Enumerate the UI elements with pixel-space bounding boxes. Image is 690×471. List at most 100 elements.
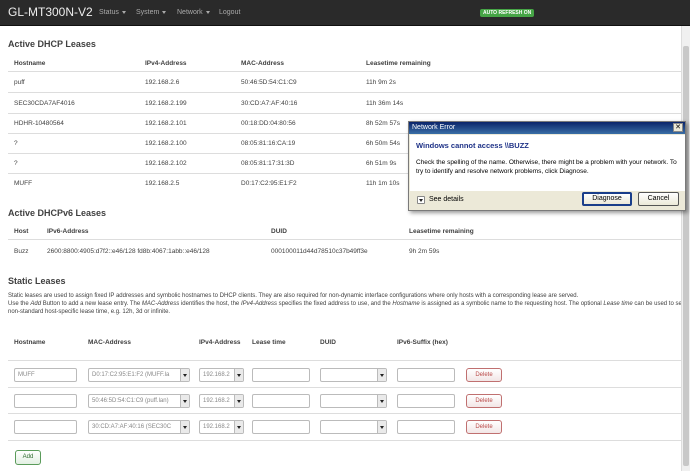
ipv4-select[interactable]: 192.168.2 [199, 420, 244, 434]
divider [8, 413, 682, 414]
mac-select[interactable]: 50:46:5D:54:C1:C9 (puff.lan) [88, 394, 190, 408]
dhcp-mac: 50:46:5D:54:C1:C9 [241, 79, 297, 86]
dhcp-mac: 30:CD:A7:AF:40:16 [241, 100, 298, 107]
dhcp-hostname: ? [14, 140, 18, 147]
dhcp-col-mac: MAC-Address [241, 60, 284, 67]
desc-text: is assigned as a symbolic name to the re… [419, 301, 604, 308]
mac-select-value: 30:CD:A7:AF:40:16 (SEC30C [92, 424, 172, 430]
mac-select[interactable]: D0:17:C2:95:E1:F2 (MUFF.la [88, 368, 190, 382]
dhcp-col-ipv4: IPv4-Address [145, 60, 187, 67]
top-navbar: GL-MT300N-V2 Status System Network Logou… [0, 0, 690, 26]
ipv4-select[interactable]: 192.168.2 [199, 368, 244, 382]
static-col-mac: MAC-Address [88, 339, 131, 346]
duid-select[interactable] [320, 420, 387, 434]
cancel-button[interactable]: Cancel [638, 192, 679, 206]
ipv4-select-value: 192.168.2 [203, 424, 230, 430]
dhcp-leasetime: 8h 52m 57s [366, 120, 400, 127]
static-col-hostname: Hostname [14, 339, 46, 346]
static-col-ipv4: IPv4-Address [199, 339, 241, 346]
mac-select[interactable]: 30:CD:A7:AF:40:16 (SEC30C [88, 420, 190, 434]
dhcpv6-address: 2600:8800:4905:d7f2::e46/128 fd8b:4067:1… [47, 248, 210, 255]
auto-refresh-badge[interactable]: AUTO REFRESH ON [480, 9, 535, 17]
chevron-down-icon [180, 369, 189, 381]
menu-system[interactable]: System [136, 9, 167, 16]
ipv4-select-value: 192.168.2 [203, 372, 230, 378]
duid-select[interactable] [320, 368, 387, 382]
ipv4-select[interactable]: 192.168.2 [199, 394, 244, 408]
dhcp-ipv4: 192.168.2.100 [145, 140, 187, 147]
duid-select[interactable] [320, 394, 387, 408]
hostname-input[interactable] [14, 394, 77, 408]
dhcp-leasetime: 11h 1m 10s [366, 180, 400, 187]
leasetime-input[interactable] [252, 420, 310, 434]
dhcpv6-col-host: Host [14, 228, 29, 235]
menu-network[interactable]: Network [177, 9, 210, 16]
add-button[interactable]: Add [15, 450, 41, 465]
dhcp-mac: 08:05:81:17:31:3D [241, 160, 295, 167]
page-scrollbar[interactable] [681, 26, 690, 471]
hostname-input[interactable] [14, 420, 77, 434]
dialog-message: Check the spelling of the name. Otherwis… [416, 159, 677, 175]
dhcp-leases-title: Active DHCP Leases [8, 39, 96, 49]
static-leases-title: Static Leases [8, 276, 66, 286]
ipv6-suffix-input[interactable] [397, 394, 455, 408]
dhcp-col-leasetime: Leasetime remaining [366, 60, 431, 67]
desc-emphasis: MAC-Address [141, 301, 180, 308]
dhcp-ipv4: 192.168.2.5 [145, 180, 180, 187]
dhcp-leasetime: 11h 36m 14s [366, 100, 404, 107]
chevron-down-icon [162, 10, 167, 14]
network-error-dialog: Network Error ✕ Windows cannot access \\… [408, 121, 686, 211]
chevron-down-icon [180, 395, 189, 407]
divider [8, 387, 682, 388]
menu-logout[interactable]: Logout [219, 9, 240, 16]
ipv6-suffix-input[interactable] [397, 368, 455, 382]
leasetime-input[interactable] [252, 368, 310, 382]
see-details-toggle[interactable]: See details [429, 196, 464, 203]
dhcp-ipv4: 192.168.2.102 [145, 160, 187, 167]
chevron-down-icon [377, 395, 386, 407]
divider [8, 71, 682, 72]
divider [8, 92, 682, 93]
ipv4-select-value: 192.168.2 [203, 398, 230, 404]
ipv6-suffix-input[interactable] [397, 420, 455, 434]
leasetime-input[interactable] [252, 394, 310, 408]
desc-text: Use the [8, 301, 31, 308]
chevron-down-icon [377, 369, 386, 381]
delete-button[interactable]: Delete [466, 368, 502, 382]
dialog-titlebar[interactable]: Network Error ✕ [409, 122, 685, 134]
static-leases-description: Static leases are used to assign fixed I… [8, 292, 686, 317]
menu-status[interactable]: Status [99, 9, 126, 16]
dhcpv6-leasetime: 9h 2m 59s [409, 248, 440, 255]
dhcpv6-col-leasetime: Leasetime remaining [409, 228, 474, 235]
dhcp-mac: D0:17:C2:95:E1:F2 [241, 180, 297, 187]
delete-button[interactable]: Delete [466, 394, 502, 408]
dhcp-ipv4: 192.168.2.6 [145, 79, 180, 86]
desc-emphasis: Lease time [603, 301, 633, 308]
scrollbar-thumb[interactable] [683, 46, 689, 466]
dhcp-hostname: SEC30CDA7AF4016 [14, 100, 75, 107]
brand-title[interactable]: GL-MT300N-V2 [8, 5, 93, 19]
close-icon[interactable]: ✕ [673, 123, 683, 132]
dhcp-col-hostname: Hostname [14, 60, 46, 67]
dhcp-leasetime: 11h 9m 2s [366, 79, 396, 86]
static-col-leasetime: Lease time [252, 339, 286, 346]
chevron-down-icon [234, 369, 243, 381]
dhcp-ipv4: 192.168.2.199 [145, 100, 187, 107]
static-col-duid: DUID [320, 339, 336, 346]
dhcp-mac: 08:05:81:16:CA:19 [241, 140, 296, 147]
chevron-down-icon[interactable] [417, 196, 425, 204]
hostname-input[interactable]: MUFF [14, 368, 77, 382]
dhcpv6-host: Buzz [14, 248, 29, 255]
delete-button[interactable]: Delete [466, 420, 502, 434]
menu-status-label: Status [99, 9, 119, 16]
diagnose-button[interactable]: Diagnose [582, 192, 632, 206]
divider [8, 113, 682, 114]
divider [8, 360, 682, 361]
description-paragraph-1: Static leases are used to assign fixed I… [8, 293, 579, 299]
dhcp-mac: 00:18:DD:04:80:56 [241, 120, 296, 127]
dhcpv6-col-duid: DUID [271, 228, 287, 235]
mac-select-value: D0:17:C2:95:E1:F2 (MUFF.la [92, 372, 170, 378]
menu-logout-label: Logout [219, 9, 241, 16]
divider [8, 440, 682, 441]
dhcp-leasetime: 6h 50m 54s [366, 140, 400, 147]
